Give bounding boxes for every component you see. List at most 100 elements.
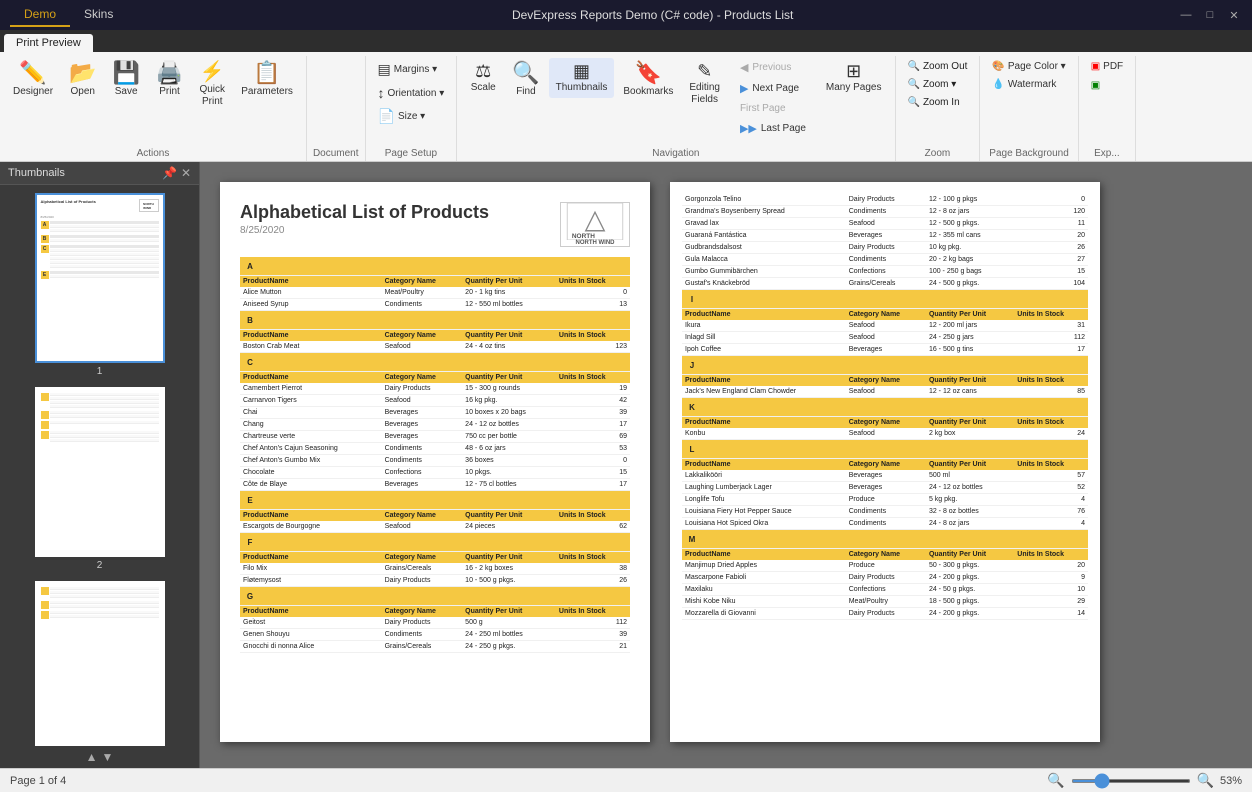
export-xls-button[interactable]: ▣ [1085,77,1129,94]
thumb-scroll-down[interactable]: ▼ [102,750,114,764]
table-row: Guaraná FantásticaBeverages12 - 355 ml c… [682,230,1088,242]
scale-button[interactable]: ⚖ Scale [463,58,503,98]
demo-tab-demo[interactable]: Demo [10,3,70,27]
table-row: Côte de BlayeBeverages12 - 75 cl bottles… [240,479,630,491]
parameters-icon: 📋 [253,62,280,84]
orientation-button[interactable]: ↕ Orientation ▾ [372,82,451,104]
report-table-p1: A ProductName Category Name Quantity Per… [240,257,630,653]
table-row: MaxilakuConfections24 - 50 g pkgs.10 [682,584,1088,596]
thumbnails-button[interactable]: ▦ Thumbnails [549,58,615,98]
parameters-label: Parameters [241,86,293,98]
previous-page-button[interactable]: ◀ Previous [733,58,813,77]
table-header-f: ProductNameCategory NameQuantity Per Uni… [240,552,630,564]
minimize-button[interactable]: — [1178,7,1194,23]
table-row: FløtemysostDairy Products10 - 500 g pkgs… [240,575,630,587]
first-page-button[interactable]: First Page [733,100,813,117]
thumbnail-page-1[interactable]: Alphabetical List of Products NORTHWIND … [4,193,195,377]
section-l-header: L [682,440,1088,459]
demo-tab-skins[interactable]: Skins [70,3,127,27]
export-pdf-button[interactable]: ▣ PDF [1085,58,1129,75]
ribbon-group-document: Document [307,56,366,161]
close-button[interactable]: ✕ [1226,7,1242,23]
margins-icon: ▤ [378,61,391,78]
zoom-in-status-icon[interactable]: 🔍 [1197,772,1214,789]
letter-k-badge: K [685,400,699,414]
table-header-j: ProductNameCategory NameQuantity Per Uni… [682,375,1088,387]
page-preview-1: Alphabetical List of Products 8/25/2020 … [220,182,650,742]
pin-icon[interactable]: 📌 [162,166,177,180]
table-header-e: ProductNameCategory NameQuantity Per Uni… [240,510,630,522]
designer-label: Designer [13,86,53,98]
thumb-scroll-controls: ▲ ▼ [0,746,199,768]
zoom-content: 🔍 Zoom Out 🔍 Zoom ▾ 🔍 Zoom In [902,58,974,146]
page-info: Page 1 of 4 [10,775,66,787]
last-page-button[interactable]: ▶▶ Last Page [733,119,813,138]
thumbnail-page-3[interactable]: 3 [4,581,195,746]
table-header-k: ProductNameCategory NameQuantity Per Uni… [682,417,1088,429]
mini-table-3 [37,583,163,746]
scale-icon: ⚖ [475,62,491,80]
table-header-b: ProductNameCategory NameQuantity Per Uni… [240,330,630,342]
table-row: Louisiana Hot Spiced OkraCondiments24 - … [682,518,1088,530]
content-area[interactable]: Alphabetical List of Products 8/25/2020 … [200,162,1252,768]
open-button[interactable]: 📂 Open [62,58,103,102]
orientation-icon: ↕ [378,85,385,101]
thumbnail-page-2[interactable]: 2 [4,387,195,571]
thumb-scroll-up[interactable]: ▲ [86,750,98,764]
mini-table-1: Alphabetical List of Products NORTHWIND … [37,195,163,361]
size-button[interactable]: 📄 Size ▾ [372,105,451,128]
table-row: LakkalikööriBeverages500 ml57 [682,470,1088,482]
page-color-button[interactable]: 🎨 Page Color ▾ [986,58,1071,75]
table-row: Mascarpone FabioliDairy Products24 - 200… [682,572,1088,584]
tab-print-preview[interactable]: Print Preview [4,34,93,52]
page-color-icon: 🎨 [992,61,1004,72]
margins-button[interactable]: ▤ Margins ▾ [372,58,451,81]
table-row: Aniseed SyrupCondiments12 - 550 ml bottl… [240,299,630,311]
report-header: Alphabetical List of Products 8/25/2020 … [240,202,630,247]
print-button[interactable]: 🖨️ Print [149,58,190,102]
letter-b-badge: B [243,313,257,327]
table-row: Grandma's Boysenberry SpreadCondiments12… [682,206,1088,218]
quick-print-button[interactable]: ⚡ QuickPrint [192,58,232,112]
save-button[interactable]: 💾 Save [105,58,146,102]
open-icon: 📂 [69,62,96,84]
xls-icon: ▣ [1091,80,1100,91]
editing-fields-button[interactable]: ✎ EditingFields [682,58,727,110]
actions-content: ✏️ Designer 📂 Open 💾 Save 🖨️ Print ⚡ Qui… [6,58,300,146]
table-header-l: ProductNameCategory NameQuantity Per Uni… [682,459,1088,471]
zoom-in-button[interactable]: 🔍 Zoom In [902,94,974,111]
thumbnails-header: Thumbnails 📌 ✕ [0,162,199,185]
table-row: Inlagd SillSeafood24 - 250 g jars112 [682,332,1088,344]
zoom-out-button[interactable]: 🔍 Zoom Out [902,58,974,75]
thumb-img-3 [35,581,165,746]
parameters-button[interactable]: 📋 Parameters [234,58,300,102]
col-product-name: ProductName [240,276,382,288]
zoom-button[interactable]: 🔍 Zoom ▾ [902,76,974,93]
designer-button[interactable]: ✏️ Designer [6,58,60,102]
report-date: 8/25/2020 [240,225,489,236]
table-row: Ipoh CoffeeBeverages16 - 500 g tins17 [682,344,1088,356]
bookmarks-button[interactable]: 🔖 Bookmarks [616,58,680,102]
page-preview-2: Gorgonzola TelinoDairy Products12 - 100 … [670,182,1100,742]
report-table-p2: Gorgonzola TelinoDairy Products12 - 100 … [682,194,1088,620]
table-header-g: ProductNameCategory NameQuantity Per Uni… [240,606,630,618]
margins-label: Margins ▾ [394,64,437,75]
next-page-button[interactable]: ▶ Next Page [733,79,813,98]
watermark-button[interactable]: 💧 Watermark [986,76,1071,93]
find-label: Find [516,86,535,98]
table-row: ChocolateConfections10 pkgs.15 [240,467,630,479]
table-row: ChangBeverages24 - 12 oz bottles17 [240,419,630,431]
export-group-label: Exp... [1085,146,1129,161]
zoom-out-status-icon[interactable]: 🔍 [1047,772,1064,789]
close-panel-icon[interactable]: ✕ [181,166,191,180]
letter-c-badge: C [243,355,257,369]
table-row: Chef Anton's Cajun SeasoningCondiments48… [240,443,630,455]
find-button[interactable]: 🔍 Find [505,58,546,102]
table-row: Genen ShouyuCondiments24 - 250 ml bottle… [240,629,630,641]
maximize-button[interactable]: □ [1202,7,1218,23]
many-pages-button[interactable]: ⊞ Many Pages [819,58,889,98]
last-page-label: Last Page [761,123,806,134]
export-stack: ▣ PDF ▣ [1085,58,1129,94]
thumbnails-icons: 📌 ✕ [162,166,191,180]
zoom-slider[interactable] [1071,779,1191,783]
